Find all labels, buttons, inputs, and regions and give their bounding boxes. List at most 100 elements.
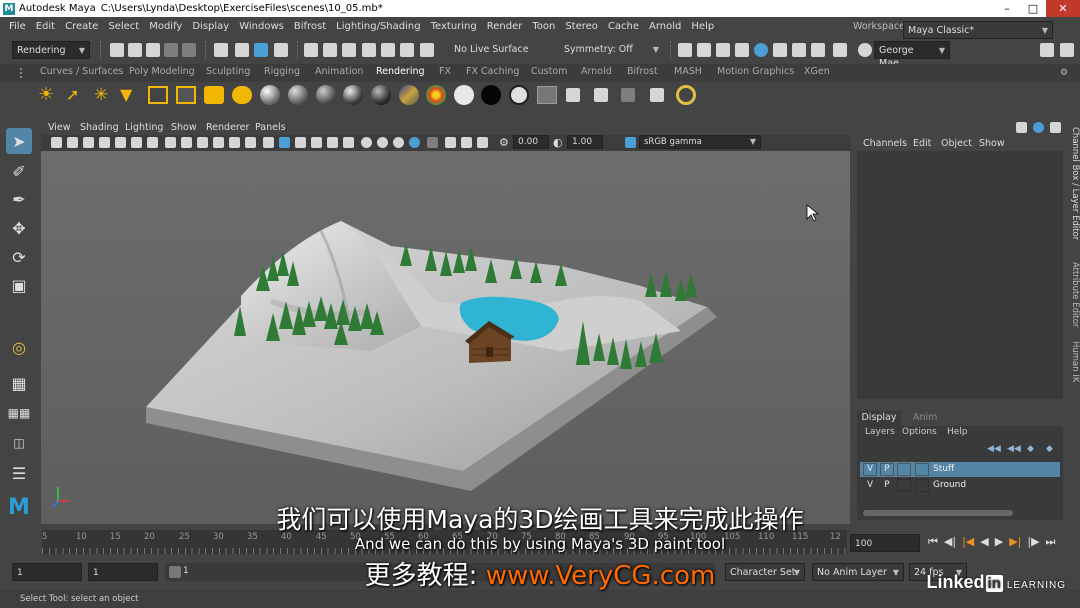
workspace-dropdown[interactable]: Maya Classic* ▼ [903,21,1053,39]
symmetry-dropdown[interactable]: Symmetry: Off ▼ [560,41,663,59]
surface-shader-white-icon[interactable] [454,85,474,105]
snap-live-icon[interactable] [381,43,395,57]
render-settings-icon[interactable] [735,43,749,57]
pause-viewport-icon[interactable] [811,43,825,57]
smooth-shade-icon[interactable] [279,137,290,148]
layer-display-type[interactable] [897,463,911,476]
menu-edit[interactable]: Edit [36,21,55,32]
film-gate-icon[interactable] [165,137,176,148]
menu-create[interactable]: Create [65,21,98,32]
wireframe-icon[interactable] [263,137,274,148]
menu-windows[interactable]: Windows [239,21,284,32]
point-light-icon[interactable]: ✳ [94,85,114,105]
batch-render-icon[interactable] [621,88,635,102]
shelf-tab-bifrost[interactable]: Bifrost [627,66,658,77]
menu-lighting-shading[interactable]: Lighting/Shading [336,21,420,32]
cb-menu-object[interactable]: Object [941,138,972,149]
safe-title-icon[interactable] [245,137,256,148]
surface-shader-black-icon[interactable] [481,85,501,105]
resolution-gate-icon[interactable] [181,137,192,148]
user-avatar-icon[interactable] [858,43,872,57]
layer-display-type[interactable] [897,479,911,492]
snap-curve-icon[interactable] [323,43,337,57]
cb-menu-channels[interactable]: Channels [863,138,907,149]
xray-components-icon[interactable] [477,137,488,148]
snap-surface-icon[interactable] [400,43,414,57]
layer-playback-toggle[interactable]: P [880,479,894,492]
select-object-icon[interactable] [235,43,249,57]
color-management-icon[interactable] [625,137,636,148]
ipr-render-icon[interactable] [716,43,730,57]
close-button[interactable]: ✕ [1046,0,1080,17]
multisample-aa-icon[interactable] [393,137,404,148]
move-tool-icon[interactable]: ✥ [6,215,32,241]
texture-icon[interactable] [537,86,557,104]
layer-row-stuff[interactable]: V P Stuff [860,462,1060,477]
cb-menu-edit[interactable]: Edit [913,138,931,149]
phonge-material-icon[interactable] [343,85,363,105]
spot-light-icon[interactable]: ▼ [120,85,140,105]
layer-row-ground[interactable]: V P Ground [860,478,1060,493]
shelf-tab-custom[interactable]: Custom [531,66,567,77]
color-space-dropdown[interactable]: sRGB gamma ▼ [639,135,761,149]
snap-edge-icon[interactable] [420,43,434,57]
layer-visibility-toggle[interactable]: V [863,463,877,476]
phong-material-icon[interactable] [316,85,336,105]
layer-menu-help[interactable]: Help [947,427,968,437]
wireframe-on-shaded-icon[interactable] [295,137,306,148]
grid-icon[interactable] [147,137,158,148]
xray-joints-icon[interactable] [461,137,472,148]
tab-human-ik[interactable]: Human IK [1064,338,1080,386]
tab-channel-box-layer-editor[interactable]: Channel Box / Layer Editor [1064,126,1080,241]
select-hierarchy-icon[interactable] [214,43,228,57]
status-toggle-icon[interactable] [833,43,847,57]
move-layer-up-icon[interactable]: ◀◀ [987,444,1001,454]
shelf-tab-rigging[interactable]: Rigging [264,66,300,77]
layer-color-swatch[interactable] [915,463,929,476]
2d-pan-zoom-icon[interactable] [115,137,126,148]
single-view-icon[interactable]: ▦ [6,370,32,396]
rotate-tool-icon[interactable]: ⟳ [6,244,32,270]
menu-texturing[interactable]: Texturing [431,21,477,32]
new-layer-selected-icon[interactable]: ◆ [1046,444,1053,454]
layer-color-swatch[interactable] [915,479,929,492]
layer-menu-options[interactable]: Options [902,427,937,437]
use-background-icon[interactable] [509,85,529,105]
anisotropic-material-icon[interactable] [371,85,391,105]
move-layer-down-icon[interactable]: ◀◀ [1007,444,1021,454]
shelf-tab-fx-caching[interactable]: FX Caching [466,66,519,77]
menu-render[interactable]: Render [487,21,523,32]
vp-menu-show[interactable]: Show [171,122,197,133]
light-editor-shelf-icon[interactable] [232,86,252,104]
menu-arnold[interactable]: Arnold [649,21,681,32]
undo-icon[interactable] [164,43,178,57]
menu-select[interactable]: Select [108,21,139,32]
blinn-material-icon[interactable] [260,85,280,105]
menu-cache[interactable]: Cache [608,21,639,32]
shelf-tab-mash[interactable]: MASH [674,66,702,77]
light-editor-icon[interactable] [792,43,806,57]
shelf-tab-motion-graphics[interactable]: Motion Graphics [717,66,794,77]
use-all-lights-icon[interactable] [327,137,338,148]
directional-light-icon[interactable]: ➚ [66,85,86,105]
grease-pencil-icon[interactable] [131,137,142,148]
shadows-icon[interactable] [343,137,354,148]
layer-playback-toggle[interactable]: P [880,463,894,476]
bookmarks-icon[interactable] [83,137,94,148]
menu-display[interactable]: Display [192,21,229,32]
snap-point-icon[interactable] [342,43,356,57]
tab-attribute-editor[interactable]: Attribute Editor [1064,252,1080,337]
layer-visibility-toggle[interactable]: V [863,479,877,492]
volume-light-icon[interactable] [176,86,196,104]
scale-tool-icon[interactable]: ▣ [6,272,32,298]
user-dropdown[interactable]: George Mae...▼ [874,41,950,69]
ambient-light-icon[interactable]: ☀ [38,85,58,105]
lambert-material-icon[interactable] [288,85,308,105]
camera-attributes-icon[interactable] [67,137,78,148]
render-region-icon[interactable] [594,88,608,102]
shelf-options-icon[interactable]: ⚙ [1060,68,1068,78]
menu-set-dropdown[interactable]: Rendering ▼ [12,41,90,59]
snap-view-plane-icon[interactable] [362,43,376,57]
ramp-shader-icon[interactable] [426,85,446,105]
last-tool-icon[interactable]: ◎ [6,334,32,360]
